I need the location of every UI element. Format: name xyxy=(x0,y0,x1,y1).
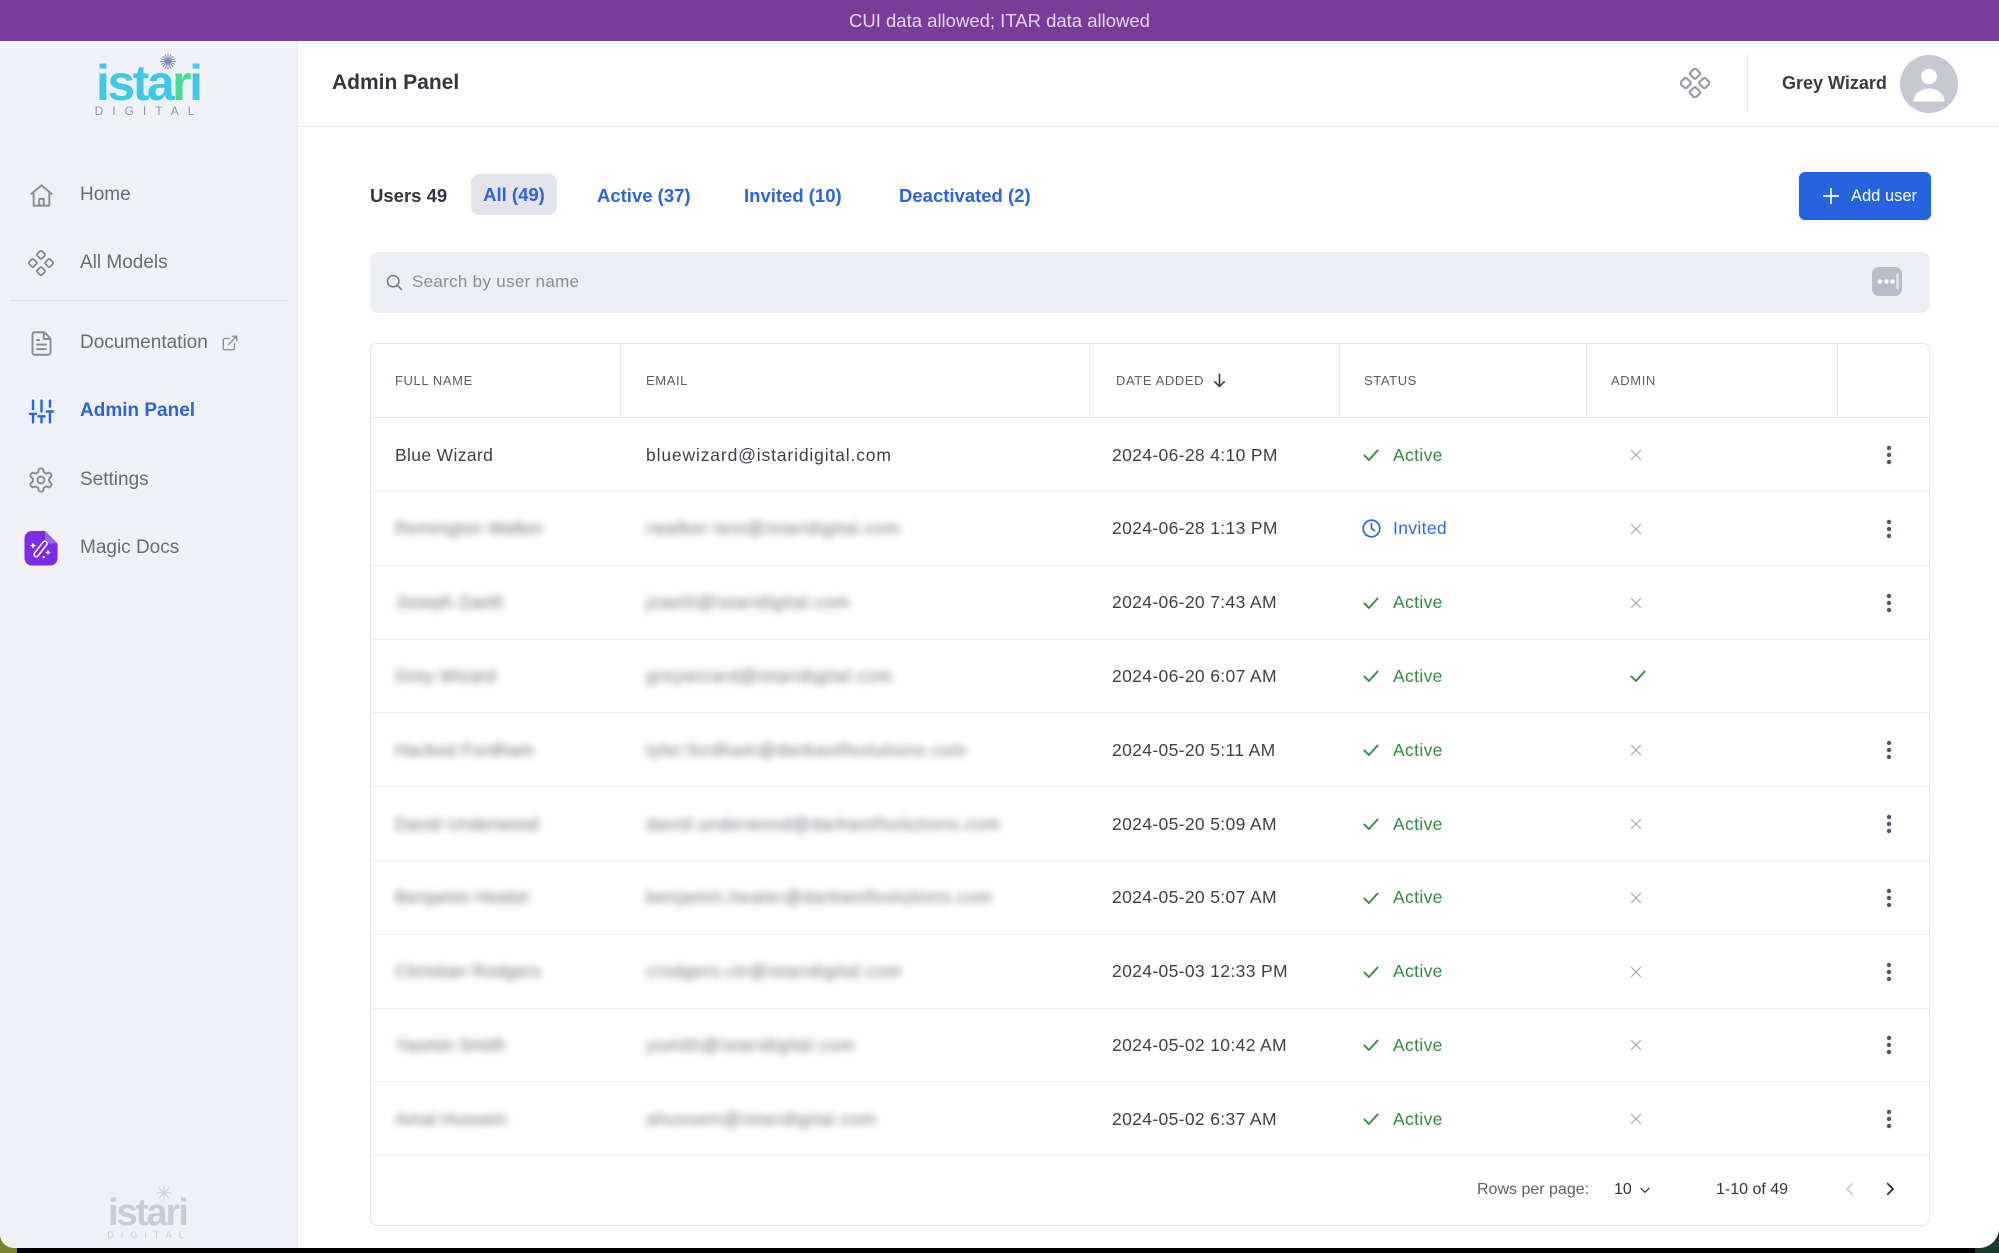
svg-text:istari: istari xyxy=(108,1192,187,1234)
svg-text:DIGITAL: DIGITAL xyxy=(107,1230,190,1240)
svg-text:DIGITAL: DIGITAL xyxy=(95,104,204,118)
svg-text:istari: istari xyxy=(96,55,201,111)
